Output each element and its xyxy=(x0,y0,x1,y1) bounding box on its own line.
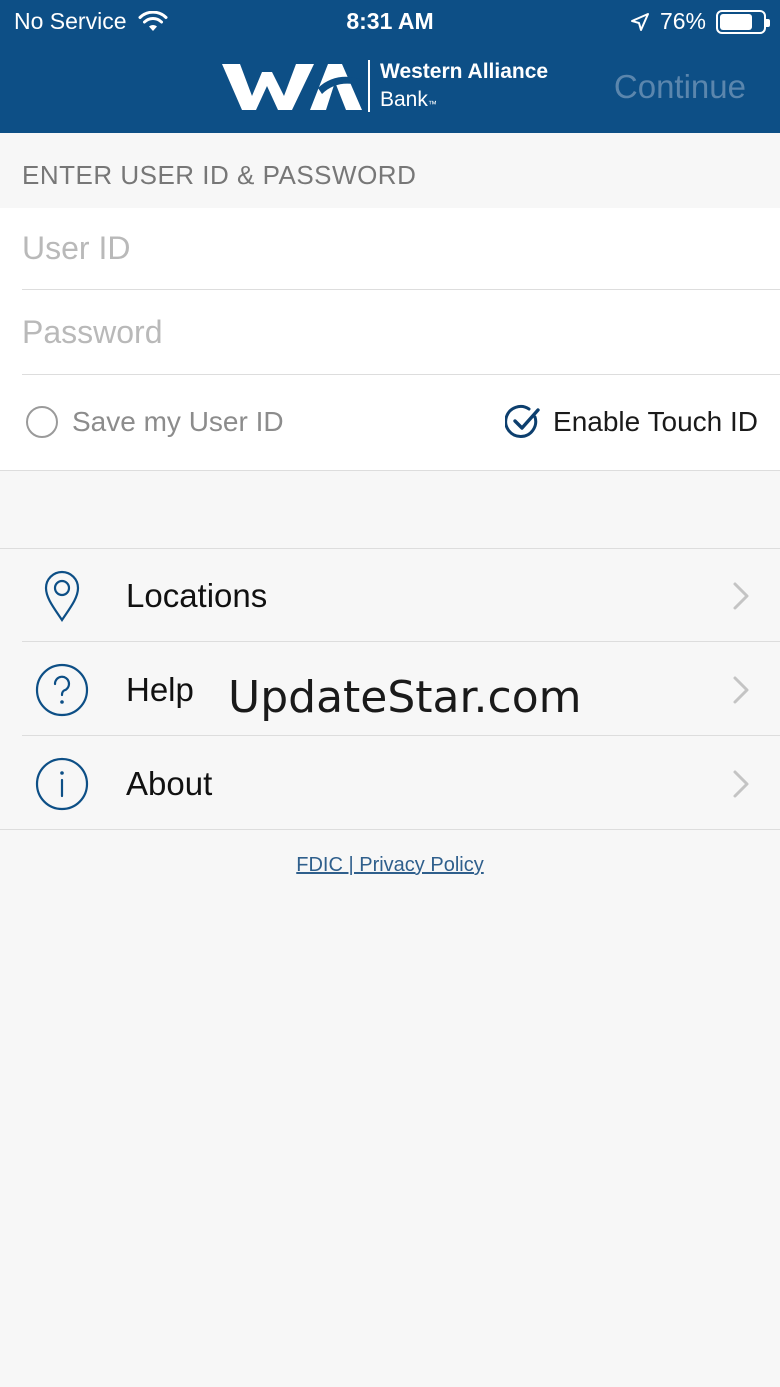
info-circle-icon xyxy=(35,757,89,811)
fdic-privacy-policy-link[interactable]: FDIC | Privacy Policy xyxy=(0,854,780,877)
menu-item-label: Help xyxy=(126,671,194,708)
save-user-id-toggle[interactable]: Save my User ID xyxy=(26,404,284,440)
login-section-title: ENTER USER ID & PASSWORD xyxy=(22,160,417,190)
app-header: No Service 8:31 AM 76% Western Alliance … xyxy=(0,0,780,133)
chevron-right-icon xyxy=(733,770,749,798)
password-field[interactable] xyxy=(22,291,780,375)
menu-item-about[interactable]: About xyxy=(0,737,780,830)
continue-button[interactable]: Continue xyxy=(614,68,746,106)
wa-logo-mark xyxy=(222,64,362,110)
battery-icon xyxy=(716,9,770,34)
chevron-right-icon xyxy=(733,582,749,610)
menu-item-locations[interactable]: Locations xyxy=(0,549,780,642)
checkmark-circle-icon[interactable] xyxy=(505,404,541,440)
login-form: Save my User ID Enable Touch ID xyxy=(0,208,780,471)
location-pin-icon xyxy=(44,570,80,622)
enable-touch-id-label: Enable Touch ID xyxy=(553,406,758,437)
watermark-text: UpdateStar.com xyxy=(228,672,582,723)
brand-name-line2: Bank™ xyxy=(380,88,437,111)
brand-logo: Western Alliance Bank™ xyxy=(222,58,548,114)
logo-divider xyxy=(368,60,370,112)
battery-level-fill xyxy=(720,13,752,30)
battery-percent: 76% xyxy=(659,8,706,34)
question-circle-icon xyxy=(35,663,89,717)
user-id-field[interactable] xyxy=(22,208,780,290)
menu-item-label: Locations xyxy=(126,577,268,614)
location-arrow-icon xyxy=(630,12,649,31)
status-bar: No Service 8:31 AM 76% xyxy=(0,0,780,44)
save-user-id-radio-icon[interactable] xyxy=(26,406,58,438)
chevron-right-icon xyxy=(733,676,749,704)
brand-name-line1: Western Alliance xyxy=(380,60,549,83)
enable-touch-id-toggle[interactable]: Enable Touch ID xyxy=(505,404,758,440)
menu-item-label: About xyxy=(126,765,213,802)
save-user-id-label: Save my User ID xyxy=(72,406,284,437)
